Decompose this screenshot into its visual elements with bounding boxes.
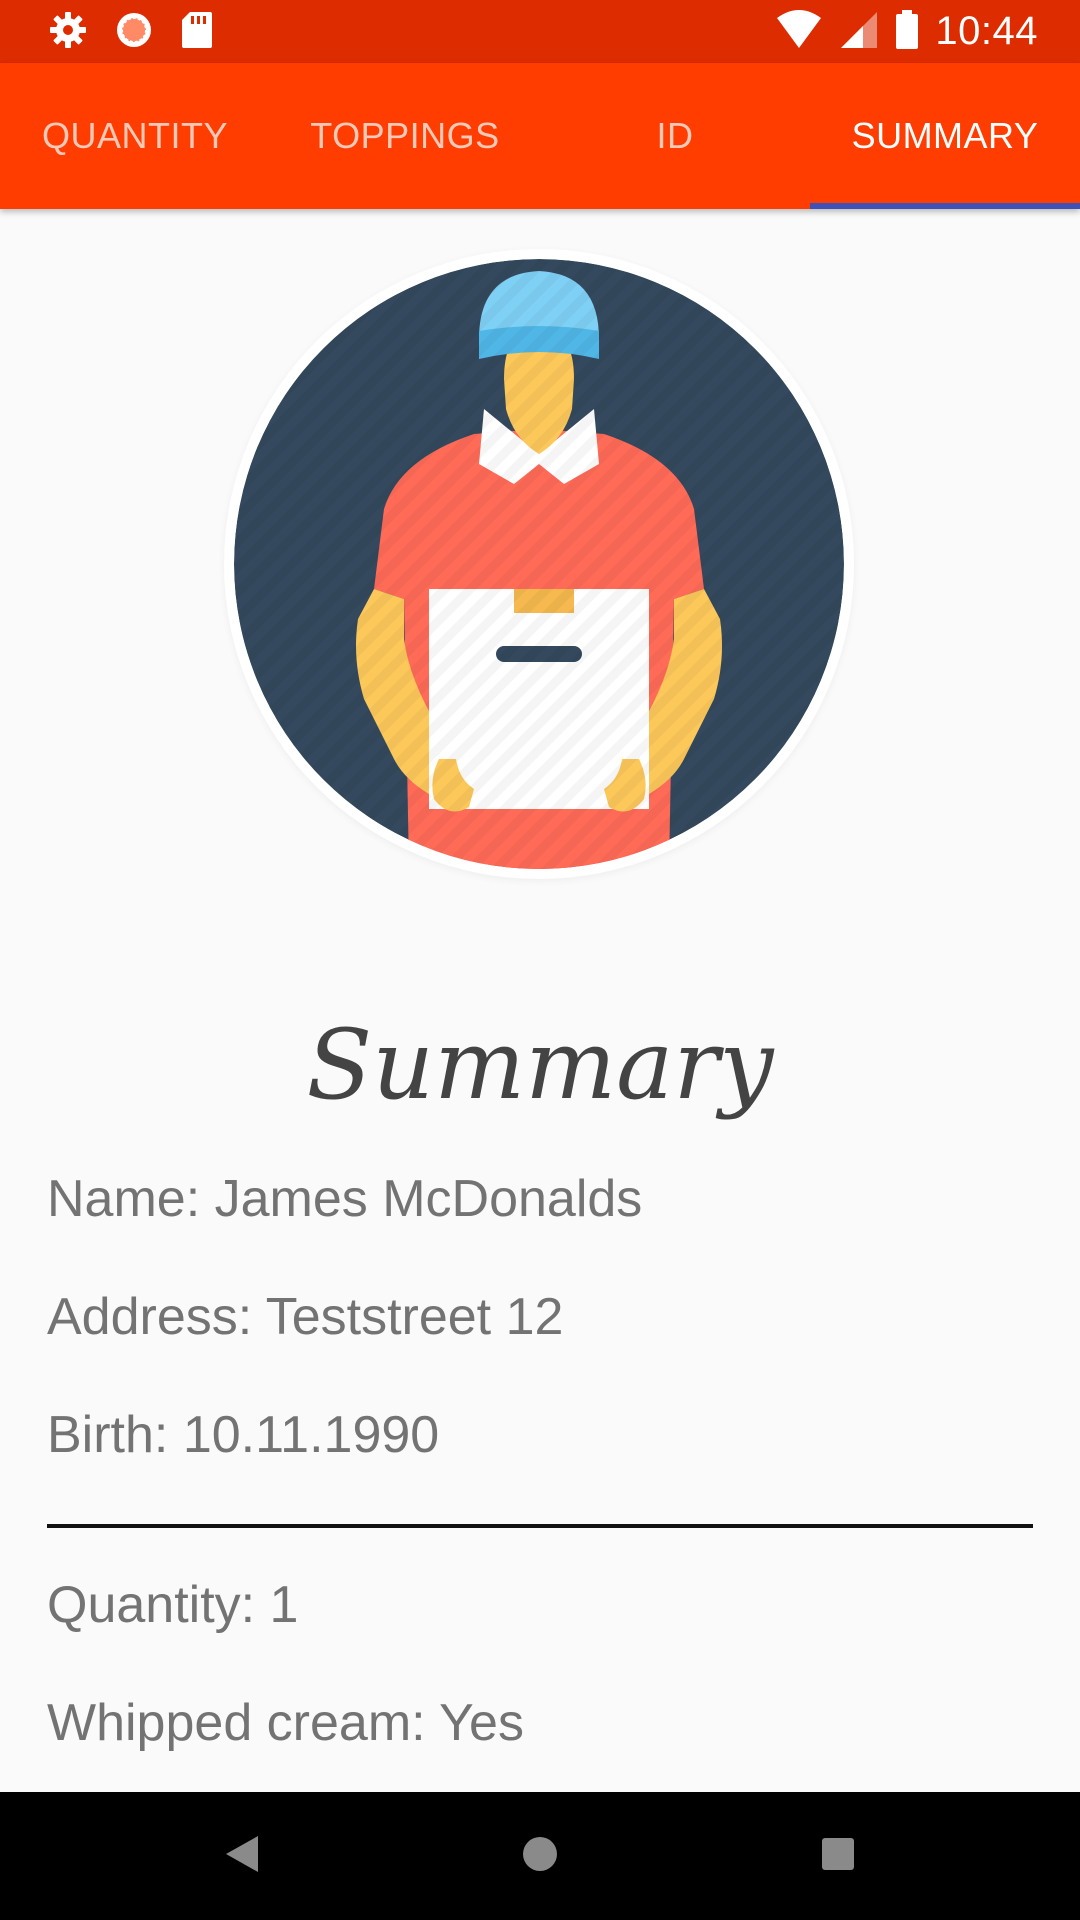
name-text: Name: James McDonalds <box>47 1170 643 1228</box>
status-time: 10:44 <box>935 9 1038 53</box>
clock-sync-icon <box>114 10 154 54</box>
home-button[interactable] <box>480 1792 600 1920</box>
recents-button[interactable] <box>778 1792 898 1920</box>
divider <box>47 1524 1033 1528</box>
tab-bar: QUANTITY TOPPINGS ID SUMMARY <box>0 63 1080 209</box>
quantity-text: Quantity: 1 <box>47 1576 299 1634</box>
summary-content: Summary Name: James McDonalds Address: T… <box>0 209 1080 1792</box>
tab-id[interactable]: ID <box>540 63 810 209</box>
wifi-icon <box>775 9 823 54</box>
avatar <box>224 249 854 879</box>
tab-quantity[interactable]: QUANTITY <box>0 63 270 209</box>
home-icon <box>520 1834 560 1878</box>
gear-icon <box>48 10 88 54</box>
signal-icon <box>839 10 879 54</box>
tab-toppings[interactable]: TOPPINGS <box>270 63 540 209</box>
status-bar: 10:44 <box>0 0 1080 63</box>
back-button[interactable] <box>182 1792 302 1920</box>
delivery-man-icon <box>234 259 844 869</box>
tab-indicator <box>810 203 1080 209</box>
back-icon <box>224 1834 260 1878</box>
summary-title: Summary <box>306 1009 774 1121</box>
birth-text: Birth: 10.11.1990 <box>47 1406 440 1464</box>
battery-icon <box>895 9 919 54</box>
sd-card-icon <box>180 10 214 54</box>
recents-icon <box>820 1836 856 1876</box>
tab-summary[interactable]: SUMMARY <box>810 63 1080 209</box>
whipped-cream-text: Whipped cream: Yes <box>47 1694 524 1752</box>
address-text: Address: Teststreet 12 <box>47 1288 564 1346</box>
navigation-bar <box>0 1792 1080 1920</box>
